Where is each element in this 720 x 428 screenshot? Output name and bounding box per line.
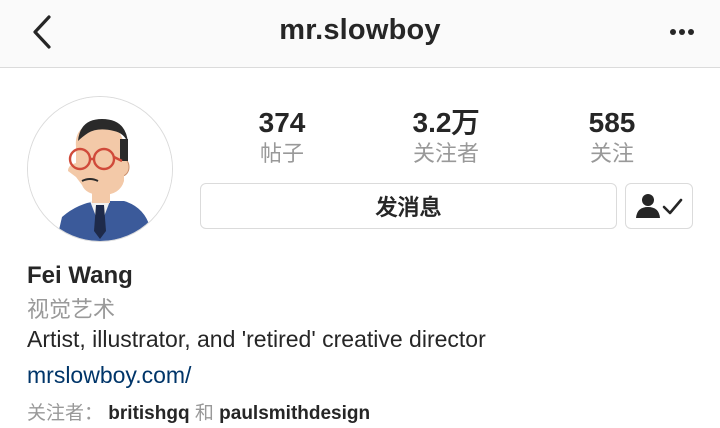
profile-bio: Artist, illustrator, and 'retired' creat… bbox=[27, 326, 486, 352]
followed-by-prefix: 关注者： bbox=[27, 403, 104, 424]
more-horizontal-icon bbox=[670, 29, 694, 35]
profile-website-link[interactable]: mrslowboy.com/ bbox=[27, 362, 191, 389]
top-navigation-bar: mr.slowboy bbox=[0, 0, 720, 68]
profile-category: 视觉艺术 bbox=[27, 297, 116, 322]
followed-by-account[interactable]: paulsmithdesign bbox=[219, 403, 370, 424]
posts-label: 帖子 bbox=[259, 141, 304, 166]
more-options-button[interactable] bbox=[662, 16, 702, 48]
followers-count: 3.2万 bbox=[412, 107, 480, 138]
following-count: 585 bbox=[588, 107, 636, 138]
followed-by-joiner: 和 bbox=[194, 403, 214, 424]
person-check-icon bbox=[636, 194, 683, 218]
followed-by-account[interactable]: britishgq bbox=[108, 403, 189, 424]
profile-username-title: mr.slowboy bbox=[279, 14, 441, 46]
profile-display-name: Fei Wang bbox=[27, 262, 133, 289]
following-status-button[interactable] bbox=[625, 183, 693, 229]
avatar-illustration bbox=[28, 97, 172, 241]
posts-count: 374 bbox=[258, 107, 306, 138]
following-stat[interactable]: 585 关注 bbox=[542, 106, 682, 168]
profile-avatar[interactable] bbox=[27, 96, 173, 242]
followed-by-line: 关注者： britishgq 和 paulsmithdesign bbox=[27, 398, 370, 425]
following-label: 关注 bbox=[589, 141, 634, 166]
message-button[interactable]: 发消息 bbox=[200, 183, 617, 229]
posts-stat: 374 帖子 bbox=[212, 106, 352, 168]
followers-stat[interactable]: 3.2万 关注者 bbox=[376, 106, 516, 168]
followers-label: 关注者 bbox=[412, 141, 479, 166]
